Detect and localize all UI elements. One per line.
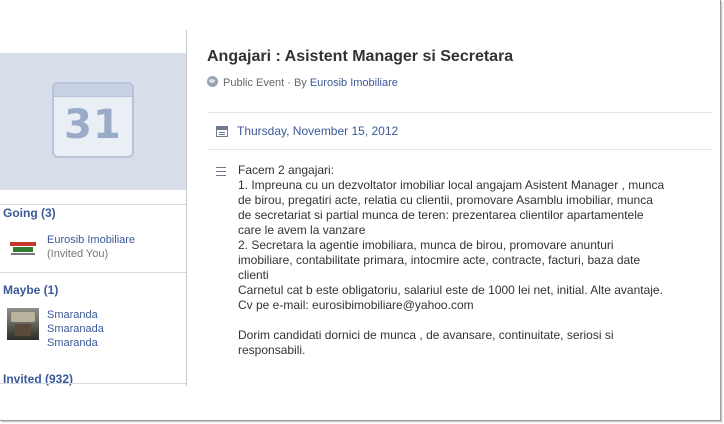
divider [0,272,186,273]
calendar-icon: 31 [52,82,134,158]
description-line: de birou, pregatiri acte, relatia cu cli… [238,193,653,207]
photo-detail [11,312,35,322]
going-heading[interactable]: Going (3) [3,206,56,220]
description-line: Facem 2 angajari: [238,163,335,177]
logo-stripe [10,242,36,246]
maybe-name[interactable]: Smaranada [47,322,104,336]
description-line: clienti [238,268,269,282]
logo-stripe [11,253,35,255]
description-line: Cv pe e-mail: eurosibimobiliare@yahoo.co… [238,298,474,312]
event-description: Facem 2 angajari: 1. Impreuna cu un dezv… [238,163,716,358]
going-person-note: (Invited You) [47,248,109,260]
description-line: Dorim candidati dornici de munca , de av… [238,328,614,342]
maybe-name[interactable]: Smaranda [47,308,98,322]
calendar-header [52,82,134,96]
logo-stripe [13,247,33,252]
going-person-name[interactable]: Eurosib Imobiliare [47,233,135,247]
calendar-small-icon [216,126,228,137]
event-sidebar: 31 Going (3) Eurosib Imobiliare (Invited… [0,0,186,400]
divider [0,204,186,205]
description-line: Carnetul cat b este obligatoriu, salariu… [238,283,663,297]
avatar[interactable] [7,308,39,340]
divider [0,383,186,384]
maybe-name[interactable]: Smaranda [47,336,98,350]
by-prefix: · By [287,77,307,89]
page-frame: 31 Going (3) Eurosib Imobiliare (Invited… [0,0,721,421]
description-line: care le avem la vanzare [238,223,366,237]
calendar-body: 31 [52,96,134,158]
description-line: de secretariat si partial munca de teren… [238,208,644,222]
eurosib-logo[interactable] [7,231,39,263]
event-title: Angajari : Asistent Manager si Secretara [207,48,514,65]
column-divider [186,30,187,386]
text-lines-icon [216,167,226,176]
event-meta: Public Event · By Eurosib Imobiliare [207,76,398,89]
calendar-day: 31 [64,102,122,148]
event-privacy[interactable]: Public Event [223,77,284,89]
description-line: 1. Impreuna cu un dezvoltator imobiliar … [238,178,665,192]
divider [207,112,712,113]
event-host-link[interactable]: Eurosib Imobiliare [310,77,398,89]
divider [207,149,712,150]
globe-icon [207,76,218,87]
description-line: responsabili. [238,343,306,357]
event-date[interactable]: Thursday, November 15, 2012 [237,124,398,138]
description-line: 2. Secretara la agentie imobiliara, munc… [238,238,614,252]
description-line: imobiliare, contabilitate primara, intoc… [238,253,641,267]
photo-detail [15,324,31,336]
maybe-heading[interactable]: Maybe (1) [3,283,58,297]
